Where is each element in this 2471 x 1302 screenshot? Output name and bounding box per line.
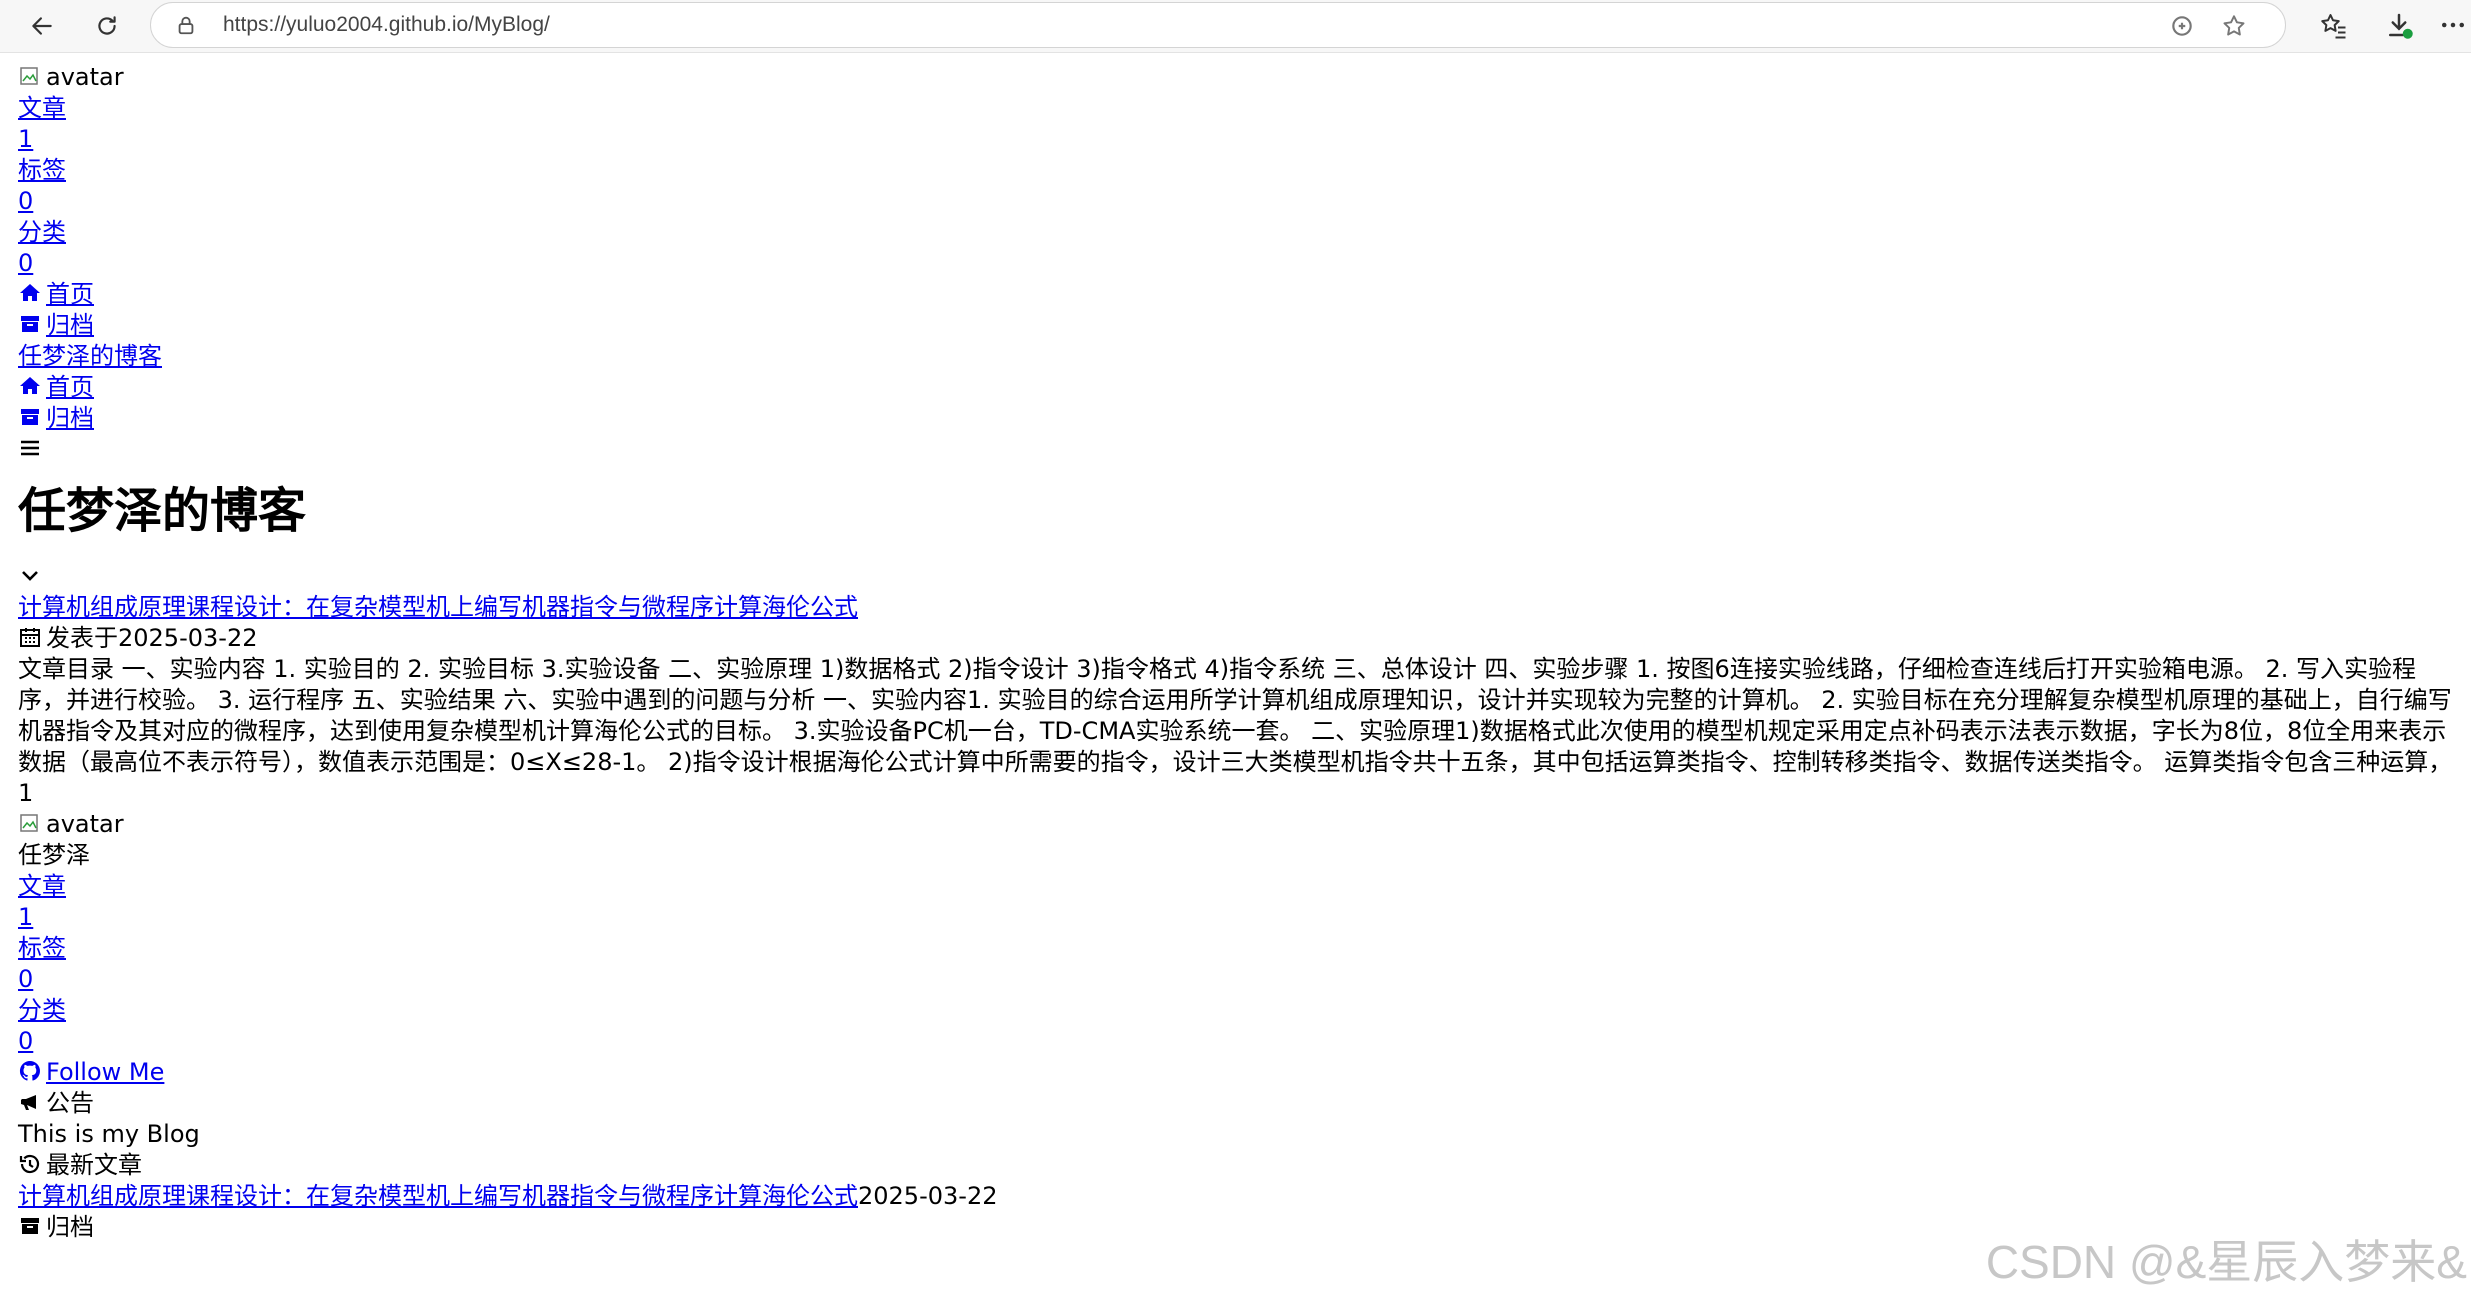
post-date: 2025-03-22 [118, 624, 258, 652]
nav-archive[interactable]: 归档 [18, 403, 2448, 434]
broken-image-icon [18, 64, 42, 88]
pagination-current: 1 [18, 779, 34, 807]
history-icon [18, 1152, 42, 1176]
downloads-icon[interactable] [2384, 10, 2414, 40]
aside-tags-link[interactable]: 标签 [18, 933, 2448, 964]
home-icon [18, 374, 42, 398]
menu-toggle-button[interactable] [18, 434, 2448, 465]
lock-icon [178, 16, 194, 35]
sidebar-tags-count[interactable]: 0 [18, 186, 2448, 217]
recent-posts-heading: 最新文章 [18, 1150, 2448, 1181]
announcement-heading: 公告 [18, 1088, 2448, 1119]
arrow-left-icon [32, 17, 52, 35]
nav-home[interactable]: 首页 [18, 372, 2448, 403]
sidebar-posts-link[interactable]: 文章 [18, 93, 2448, 124]
sidebar-posts-count[interactable]: 1 [18, 124, 2448, 155]
hamburger-icon [18, 436, 42, 460]
browser-toolbar: https://yuluo2004.github.io/MyBlog/ [0, 0, 2471, 53]
chevron-down-icon [18, 563, 42, 587]
archive-icon [18, 312, 42, 336]
aside-posts-count[interactable]: 1 [18, 902, 2448, 933]
post-excerpt: 文章目录 一、实验内容 1. 实验目的 2. 实验目标 3.实验设备 二、实验原… [18, 655, 2453, 776]
scroll-down-button[interactable] [18, 561, 2448, 592]
follow-me-link[interactable]: Follow Me [18, 1057, 2448, 1088]
post-title-link[interactable]: 计算机组成原理课程设计：在复杂模型机上编写机器指令与微程序计算海伦公式 [18, 592, 2448, 623]
back-button[interactable] [22, 6, 62, 46]
bullhorn-icon [18, 1090, 42, 1114]
nav-site-name[interactable]: 任梦泽的博客 [18, 341, 2448, 372]
aside-posts-link[interactable]: 文章 [18, 871, 2448, 902]
read-aloud-icon[interactable] [2169, 13, 2195, 39]
reload-button[interactable] [87, 6, 127, 46]
favorites-icon[interactable] [2318, 10, 2348, 40]
sidebar-categories-link[interactable]: 分类 [18, 217, 2448, 248]
site-title: 任梦泽的博客 [18, 483, 307, 539]
star-icon[interactable] [2221, 13, 2247, 39]
github-icon [18, 1059, 42, 1083]
home-icon [18, 281, 42, 305]
announcement-text: This is my Blog [18, 1120, 200, 1148]
url-text[interactable]: https://yuluo2004.github.io/MyBlog/ [223, 13, 550, 37]
broken-image-icon [18, 811, 42, 835]
aside-avatar-image: avatar [18, 809, 2448, 840]
calendar-icon [18, 625, 42, 649]
sidebar-menu-archive[interactable]: 归档 [18, 310, 2448, 341]
post-meta: 发表于2025-03-22 [18, 623, 2448, 654]
archive-icon [18, 1214, 42, 1238]
aside-categories-count[interactable]: 0 [18, 1026, 2448, 1057]
sidebar-categories-count[interactable]: 0 [18, 248, 2448, 279]
recent-post-link[interactable]: 计算机组成原理课程设计：在复杂模型机上编写机器指令与微程序计算海伦公式 [18, 1182, 858, 1210]
recent-post-date: 2025-03-22 [858, 1182, 998, 1210]
more-options-icon[interactable] [2438, 10, 2468, 40]
archive-icon [18, 405, 42, 429]
sidebar-tags-link[interactable]: 标签 [18, 155, 2448, 186]
sidebar-menu-home[interactable]: 首页 [18, 279, 2448, 310]
aside-categories-link[interactable]: 分类 [18, 995, 2448, 1026]
csdn-watermark: CSDN @&星辰入梦来& [1985, 1236, 2467, 1288]
aside-author-name: 任梦泽 [18, 841, 90, 869]
recent-post-item: 计算机组成原理课程设计：在复杂模型机上编写机器指令与微程序计算海伦公式2025-… [18, 1181, 2448, 1212]
page-content: avatar 文章 1 标签 0 分类 0 首页 归档 任梦泽的博客 首页 归档… [18, 62, 2452, 1243]
address-bar[interactable]: https://yuluo2004.github.io/MyBlog/ [150, 2, 2286, 48]
aside-tags-count[interactable]: 0 [18, 964, 2448, 995]
avatar-image: avatar [18, 62, 2448, 93]
reload-icon [98, 16, 116, 35]
